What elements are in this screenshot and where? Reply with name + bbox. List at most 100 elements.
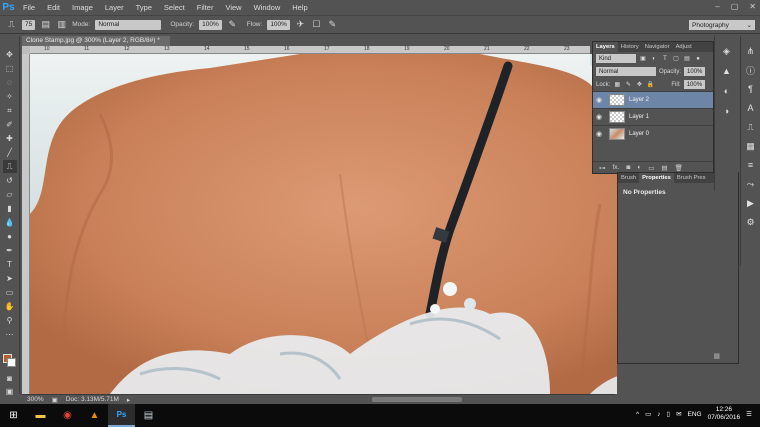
- adjustments-icon[interactable]: ◐: [720, 84, 734, 98]
- eye-icon[interactable]: ◉: [596, 96, 605, 104]
- menu-file[interactable]: File: [17, 3, 41, 12]
- gradient-tool-icon[interactable]: ▮: [3, 202, 17, 215]
- info-icon[interactable]: ⓘ: [744, 63, 758, 77]
- horizontal-ruler[interactable]: 10 11 12 13 14 15 16 17 18 19 20 21 22 2…: [30, 46, 590, 54]
- brush-presets-icon[interactable]: ⋔: [744, 44, 758, 58]
- shape-filter-icon[interactable]: ▢: [672, 55, 680, 63]
- mode-select[interactable]: Normal: [95, 19, 162, 30]
- document-app-icon[interactable]: ▤: [135, 404, 162, 427]
- trash-icon[interactable]: 🗑: [675, 164, 683, 172]
- kind-filter-select[interactable]: Kind: [596, 54, 636, 63]
- tab-properties[interactable]: Properties: [639, 173, 674, 183]
- menu-type[interactable]: Type: [130, 3, 158, 12]
- lock-transparent-icon[interactable]: ▦: [613, 81, 621, 89]
- brush-size-picker[interactable]: 75: [22, 19, 36, 30]
- character-icon[interactable]: A: [744, 101, 758, 115]
- background-color-swatch[interactable]: [7, 358, 16, 367]
- vertical-ruler[interactable]: [22, 54, 30, 394]
- ruler-origin[interactable]: [22, 46, 30, 54]
- pen-tool-icon[interactable]: ✒: [3, 244, 17, 257]
- history-brush-tool-icon[interactable]: ↺: [3, 174, 17, 187]
- tab-brush[interactable]: Brush: [618, 173, 639, 183]
- tab-adjustments[interactable]: Adjust: [673, 42, 695, 52]
- paths-icon[interactable]: ⤳: [744, 177, 758, 191]
- edit-toolbar-icon[interactable]: ⋯: [3, 328, 17, 341]
- minimize-button[interactable]: –: [715, 2, 719, 11]
- airbrush-icon[interactable]: ✈: [295, 19, 306, 30]
- lasso-tool-icon[interactable]: ◌: [3, 76, 17, 89]
- properties-trash-icon[interactable]: ▦: [713, 352, 720, 360]
- menu-filter[interactable]: Filter: [191, 3, 220, 12]
- horizontal-scrollbar[interactable]: [372, 397, 462, 402]
- clone-source-icon[interactable]: ⎍: [744, 120, 758, 134]
- eyedropper-tool-icon[interactable]: ✐: [3, 118, 17, 131]
- layer-row[interactable]: ◉ Layer 2: [593, 91, 713, 108]
- eraser-tool-icon[interactable]: ▱: [3, 188, 17, 201]
- volume-icon[interactable]: ♪: [657, 411, 660, 418]
- quick-mask-icon[interactable]: ◙: [3, 372, 17, 385]
- menu-help[interactable]: Help: [286, 3, 313, 12]
- workspace-select[interactable]: Photography ⌄: [689, 20, 755, 30]
- photoshop-taskbar-icon[interactable]: Ps: [108, 404, 135, 427]
- menu-select[interactable]: Select: [158, 3, 191, 12]
- menu-layer[interactable]: Layer: [99, 3, 130, 12]
- menu-view[interactable]: View: [219, 3, 247, 12]
- type-filter-icon[interactable]: T: [661, 55, 669, 63]
- move-tool-icon[interactable]: ✥: [3, 48, 17, 61]
- styles-icon[interactable]: ◑: [720, 104, 734, 118]
- action-center-icon[interactable]: ☰: [746, 410, 752, 418]
- path-select-tool-icon[interactable]: ➤: [3, 272, 17, 285]
- clone-stamp-tool-icon[interactable]: ⎍: [2, 160, 17, 173]
- close-button[interactable]: ✕: [749, 2, 756, 11]
- mask-icon[interactable]: ◙: [626, 164, 630, 171]
- tab-history[interactable]: History: [618, 42, 642, 52]
- aligned-checkbox[interactable]: ☐: [311, 19, 322, 30]
- menu-image[interactable]: Image: [66, 3, 99, 12]
- network-icon[interactable]: ▭: [645, 410, 651, 418]
- marquee-tool-icon[interactable]: ⬚: [3, 62, 17, 75]
- brush-tool-icon[interactable]: ╱: [3, 146, 17, 159]
- opacity-input[interactable]: 100%: [199, 19, 222, 30]
- tab-navigator[interactable]: Navigator: [642, 42, 673, 52]
- tab-brush-presets[interactable]: Brush Pres: [674, 173, 709, 183]
- pressure-opacity-icon[interactable]: ✎: [227, 19, 238, 30]
- blend-mode-select[interactable]: Normal: [596, 67, 656, 76]
- status-arrow-icon[interactable]: ▸: [127, 396, 130, 404]
- eye-icon[interactable]: ◉: [596, 130, 605, 138]
- tool-presets-icon[interactable]: ⚙: [744, 215, 758, 229]
- histogram-icon[interactable]: ▲: [720, 64, 734, 78]
- lock-pixels-icon[interactable]: ✎: [624, 81, 632, 89]
- language-indicator[interactable]: ENG: [688, 411, 702, 418]
- adjustment-filter-icon[interactable]: ◐: [650, 55, 658, 63]
- maximize-button[interactable]: ▢: [731, 2, 739, 11]
- channels-icon[interactable]: ≡: [744, 158, 758, 172]
- flow-input[interactable]: 100%: [267, 19, 290, 30]
- start-button[interactable]: ⊞: [0, 404, 27, 427]
- clone-source-panel-icon[interactable]: ▥: [56, 19, 67, 30]
- clone-stamp-preset-icon[interactable]: ⎍: [6, 19, 17, 30]
- clock[interactable]: 12:26 07/06/2016: [708, 406, 741, 422]
- actions-icon[interactable]: ▶: [744, 196, 758, 210]
- folder-icon[interactable]: ▭: [648, 164, 654, 172]
- doc-size-info[interactable]: Doc: 3.13M/5.71M: [66, 396, 119, 403]
- fill-input[interactable]: 100%: [683, 80, 706, 89]
- link-icon[interactable]: ⊶: [599, 164, 606, 172]
- adjustment-icon[interactable]: ◐: [637, 164, 641, 171]
- layers-panel-icon[interactable]: ◈: [720, 44, 734, 58]
- shape-tool-icon[interactable]: ▭: [3, 286, 17, 299]
- lock-all-icon[interactable]: 🔒: [646, 81, 654, 89]
- file-explorer-icon[interactable]: ▬: [27, 404, 54, 427]
- zoom-level[interactable]: 300%: [27, 396, 44, 403]
- vlc-icon[interactable]: ▲: [81, 404, 108, 427]
- hand-tool-icon[interactable]: ✋: [3, 300, 17, 313]
- eye-icon[interactable]: ◉: [596, 113, 605, 121]
- pressure-size-icon[interactable]: ✎: [327, 19, 338, 30]
- brush-panel-toggle-icon[interactable]: ▤: [40, 19, 51, 30]
- document-tab[interactable]: Clone Stamp.jpg @ 300% (Layer 2, RGB/8#)…: [22, 36, 170, 46]
- quick-select-tool-icon[interactable]: ✧: [3, 90, 17, 103]
- menu-edit[interactable]: Edit: [41, 3, 66, 12]
- layer-row[interactable]: ◉ Layer 1: [593, 108, 713, 125]
- chevron-up-icon[interactable]: ^: [636, 411, 639, 418]
- healing-brush-tool-icon[interactable]: ✚: [3, 132, 17, 145]
- layer-row[interactable]: ◉ Layer 0: [593, 125, 713, 142]
